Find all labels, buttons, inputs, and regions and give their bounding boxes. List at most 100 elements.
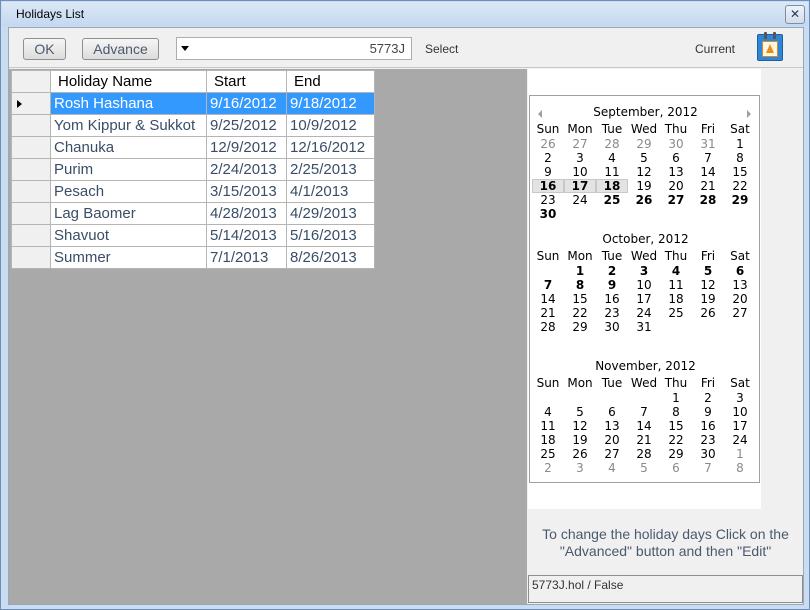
calendar-day[interactable]: 15 [724, 165, 756, 179]
calendar-day[interactable]: 5 [564, 405, 596, 419]
calendar-day[interactable]: 26 [692, 306, 724, 320]
calendar-day[interactable]: 1 [724, 447, 756, 461]
table-row[interactable]: Rosh Hashana 9/16/2012 9/18/2012 [11, 92, 375, 115]
cell-end-date[interactable]: 9/18/2012 [286, 92, 375, 115]
calendar-day[interactable]: 17 [724, 419, 756, 433]
calendar-day[interactable]: 30 [692, 447, 724, 461]
cell-holiday-name[interactable]: Rosh Hashana [50, 92, 207, 115]
calendar-day[interactable]: 1 [564, 264, 596, 278]
calendar-day[interactable]: 12 [692, 278, 724, 292]
calendar-day[interactable]: 22 [724, 179, 756, 193]
calendar-day[interactable]: 27 [660, 193, 692, 207]
calendar-day[interactable]: 10 [724, 405, 756, 419]
calendar-day[interactable]: 31 [628, 320, 660, 334]
calendar-day[interactable]: 1 [660, 391, 692, 405]
calendar-day[interactable]: 5 [692, 264, 724, 278]
calendar-day[interactable]: 30 [532, 207, 564, 221]
dropdown-arrow-icon[interactable] [181, 46, 189, 51]
calendar-day[interactable]: 4 [660, 264, 692, 278]
cell-end-date[interactable]: 12/16/2012 [286, 136, 375, 159]
cell-start-date[interactable]: 3/15/2013 [206, 180, 287, 203]
close-button[interactable]: ✕ [785, 5, 805, 24]
calendar-day[interactable]: 2 [532, 461, 564, 475]
calendar-day[interactable]: 23 [532, 193, 564, 207]
calendar-day[interactable]: 6 [660, 151, 692, 165]
table-row[interactable]: Chanuka 12/9/2012 12/16/2012 [11, 136, 375, 159]
holiday-file-combo[interactable]: 5773J [176, 37, 412, 60]
calendar-day[interactable]: 7 [692, 461, 724, 475]
calendar-day[interactable]: 6 [724, 264, 756, 278]
column-header-name[interactable]: Holiday Name [50, 70, 207, 93]
cell-start-date[interactable]: 9/16/2012 [206, 92, 287, 115]
calendar-day[interactable]: 10 [564, 165, 596, 179]
row-header[interactable] [11, 224, 51, 247]
cell-end-date[interactable]: 4/29/2013 [286, 202, 375, 225]
calendar-day[interactable]: 21 [628, 433, 660, 447]
table-row[interactable]: Shavuot 5/14/2013 5/16/2013 [11, 224, 375, 247]
calendar-day[interactable]: 22 [564, 306, 596, 320]
calendar-day[interactable]: 18 [660, 292, 692, 306]
calendar-day[interactable]: 28 [596, 137, 628, 151]
calendar-day[interactable]: 16 [692, 419, 724, 433]
calendar-day[interactable]: 25 [532, 447, 564, 461]
calendar-day[interactable]: 1 [724, 137, 756, 151]
calendar-day[interactable]: 2 [692, 391, 724, 405]
calendar-day[interactable]: 28 [532, 320, 564, 334]
calendar-day[interactable]: 26 [628, 193, 660, 207]
row-header[interactable] [11, 158, 51, 181]
calendar-day[interactable]: 13 [724, 278, 756, 292]
calendar-day[interactable]: 12 [628, 165, 660, 179]
calendar-day[interactable]: 29 [628, 137, 660, 151]
calendar-day[interactable]: 11 [660, 278, 692, 292]
calendar-day[interactable]: 20 [660, 179, 692, 193]
table-row[interactable]: Summer 7/1/2013 8/26/2013 [11, 246, 375, 269]
calendar-day[interactable]: 29 [660, 447, 692, 461]
cell-holiday-name[interactable]: Pesach [50, 180, 207, 203]
cell-end-date[interactable]: 8/26/2013 [286, 246, 375, 269]
calendar-day[interactable]: 31 [692, 137, 724, 151]
month-title[interactable]: October, 2012 [532, 229, 759, 249]
calendar-day[interactable]: 27 [724, 306, 756, 320]
cell-start-date[interactable]: 4/28/2013 [206, 202, 287, 225]
calendar-day[interactable]: 3 [564, 461, 596, 475]
month-calendar[interactable]: September, 2012 Sun Mon Tue Wed Thu Fri Sat 26 27… [529, 95, 760, 483]
calendar-day[interactable]: 8 [660, 405, 692, 419]
calendar-day[interactable]: 20 [724, 292, 756, 306]
calendar-day[interactable]: 8 [724, 461, 756, 475]
cell-end-date[interactable]: 5/16/2013 [286, 224, 375, 247]
calendar-day[interactable]: 18 [532, 433, 564, 447]
calendar-day[interactable]: 19 [564, 433, 596, 447]
month-title[interactable]: November, 2012 [532, 356, 759, 376]
calendar-day[interactable]: 21 [532, 306, 564, 320]
calendar-current-icon[interactable] [757, 32, 783, 61]
calendar-day[interactable]: 23 [692, 433, 724, 447]
calendar-day[interactable]: 14 [532, 292, 564, 306]
column-header-end[interactable]: End [286, 70, 375, 93]
calendar-day[interactable]: 28 [692, 193, 724, 207]
calendar-day[interactable]: 17 [564, 179, 596, 193]
month-title[interactable]: September, 2012 [532, 102, 759, 122]
calendar-day[interactable]: 9 [596, 278, 628, 292]
row-header[interactable] [11, 246, 51, 269]
advance-button[interactable]: Advance [82, 38, 159, 60]
calendar-day[interactable]: 10 [628, 278, 660, 292]
calendar-day[interactable]: 13 [660, 165, 692, 179]
calendar-day[interactable]: 6 [660, 461, 692, 475]
cell-start-date[interactable]: 5/14/2013 [206, 224, 287, 247]
calendar-day[interactable]: 25 [660, 306, 692, 320]
calendar-day[interactable]: 28 [628, 447, 660, 461]
calendar-day[interactable]: 21 [692, 179, 724, 193]
cell-holiday-name[interactable]: Chanuka [50, 136, 207, 159]
calendar-day[interactable]: 8 [564, 278, 596, 292]
table-row[interactable]: Lag Baomer 4/28/2013 4/29/2013 [11, 202, 375, 225]
calendar-day[interactable]: 12 [564, 419, 596, 433]
calendar-day[interactable]: 14 [628, 419, 660, 433]
calendar-day[interactable]: 24 [724, 433, 756, 447]
cell-start-date[interactable]: 9/25/2012 [206, 114, 287, 137]
calendar-day[interactable]: 30 [660, 137, 692, 151]
calendar-day[interactable]: 8 [724, 151, 756, 165]
table-row[interactable]: Yom Kippur & Sukkot 9/25/2012 10/9/2012 [11, 114, 375, 137]
cell-holiday-name[interactable]: Shavuot [50, 224, 207, 247]
calendar-day[interactable]: 19 [692, 292, 724, 306]
calendar-day[interactable]: 16 [596, 292, 628, 306]
